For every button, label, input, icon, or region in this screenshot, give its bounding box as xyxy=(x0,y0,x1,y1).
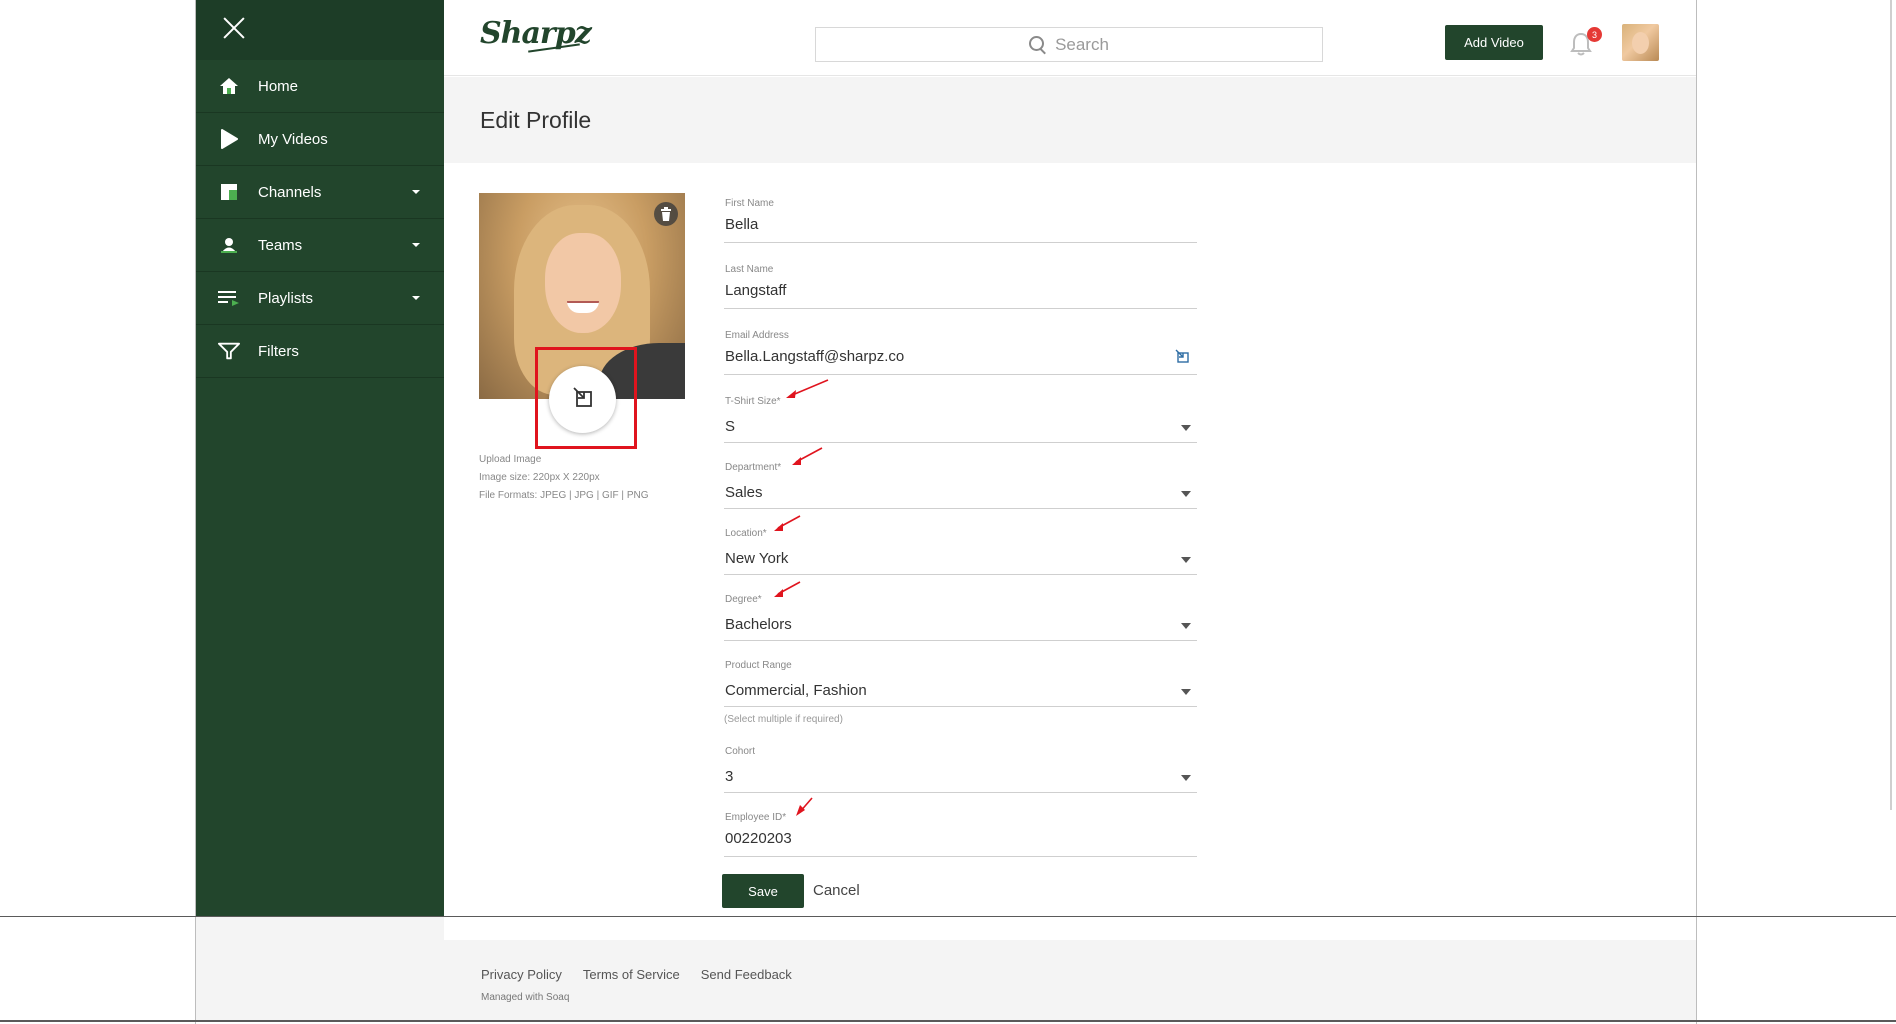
dropdown-arrow-icon xyxy=(1181,689,1191,695)
playlist-icon xyxy=(218,287,240,309)
field-label: Last Name xyxy=(725,264,774,275)
dropdown-arrow-icon xyxy=(1181,491,1191,497)
sidebar-item-label: Teams xyxy=(258,236,303,254)
dropdown-arrow-icon xyxy=(1181,775,1191,781)
annotation-arrow xyxy=(786,379,829,398)
footer-links: Privacy Policy Terms of Service Send Fee… xyxy=(481,967,792,982)
sidebar: Home My Videos Channels Teams Playlists … xyxy=(196,0,444,916)
field-value[interactable]: Langstaff xyxy=(725,282,786,299)
upload-image-button[interactable] xyxy=(549,366,616,433)
field-value: Commercial, Fashion xyxy=(725,682,867,699)
frame-border-bottom xyxy=(0,916,1896,917)
dropdown-arrow-icon xyxy=(1181,425,1191,431)
sidebar-item-label: Home xyxy=(258,77,299,95)
dropdown-arrow-icon xyxy=(1181,557,1191,563)
field-value: 3 xyxy=(725,768,734,785)
frame-border-bottom-2 xyxy=(0,1020,1896,1022)
sidebar-item-label: Playlists xyxy=(258,289,314,307)
add-video-button[interactable]: Add Video xyxy=(1445,25,1543,60)
sidebar-item-filters[interactable]: Filters xyxy=(196,325,444,378)
cancel-button[interactable]: Cancel xyxy=(813,882,860,899)
field-label: Email Address xyxy=(725,330,789,341)
field-label: Cohort xyxy=(725,746,756,757)
sidebar-item-channels[interactable]: Channels xyxy=(196,166,444,219)
sidebar-item-teams[interactable]: Teams xyxy=(196,219,444,272)
upload-label: Upload Image xyxy=(479,454,542,465)
edit-email-icon[interactable] xyxy=(1175,349,1189,363)
channels-icon xyxy=(218,181,240,203)
page-title-band: Edit Profile xyxy=(444,77,1696,163)
page-title: Edit Profile xyxy=(480,107,592,133)
annotation-arrow xyxy=(792,447,823,465)
field-value[interactable]: 00220203 xyxy=(725,830,792,847)
field-label: Degree* xyxy=(725,594,762,605)
screen: Home My Videos Channels Teams Playlists … xyxy=(0,0,1896,1024)
footer: Privacy Policy Terms of Service Send Fee… xyxy=(444,940,1696,1020)
chevron-down-icon xyxy=(412,190,420,194)
sidebar-item-playlists[interactable]: Playlists xyxy=(196,272,444,325)
field-label: Department* xyxy=(725,462,782,473)
field-value[interactable]: Bella.Langstaff@sharpz.co xyxy=(725,348,904,365)
save-button[interactable]: Save xyxy=(722,874,804,908)
upload-size: Image size: 220px X 220px xyxy=(479,472,600,483)
field-value: New York xyxy=(725,550,789,567)
field-label: T-Shirt Size* xyxy=(725,396,781,407)
field-value: Bachelors xyxy=(725,616,792,633)
avatar[interactable] xyxy=(1622,24,1659,61)
team-icon xyxy=(218,234,240,256)
upload-icon xyxy=(572,386,594,413)
annotation-arrow xyxy=(796,797,813,816)
upload-formats: File Formats: JPEG | JPG | GIF | PNG xyxy=(479,490,649,501)
home-icon xyxy=(218,75,240,97)
sidebar-item-label: Channels xyxy=(258,183,322,201)
filter-icon xyxy=(218,340,240,362)
search-placeholder: Search xyxy=(1055,34,1109,54)
play-icon xyxy=(218,128,240,150)
chevron-down-icon xyxy=(412,296,420,300)
dropdown-arrow-icon xyxy=(1181,623,1191,629)
frame-border-right xyxy=(1696,0,1697,1024)
managed-with-text: Managed with Soaq xyxy=(481,992,570,1003)
send-feedback-link[interactable]: Send Feedback xyxy=(701,967,792,982)
sidebar-item-home[interactable]: Home xyxy=(196,60,444,113)
sidebar-header xyxy=(196,0,444,60)
field-label: Location* xyxy=(725,528,767,539)
chevron-down-icon xyxy=(412,243,420,247)
field-value: S xyxy=(725,418,736,435)
sidebar-item-my-videos[interactable]: My Videos xyxy=(196,113,444,166)
field-label: Employee ID* xyxy=(725,812,787,823)
field-value[interactable]: Bella xyxy=(725,216,758,233)
notification-badge: 3 xyxy=(1587,27,1602,42)
footer-left-area xyxy=(196,917,444,1020)
terms-of-service-link[interactable]: Terms of Service xyxy=(583,967,680,982)
field-hint: (Select multiple if required) xyxy=(724,714,843,725)
top-header: Sharpz Search Add Video 3 xyxy=(444,0,1696,76)
page-scrollbar[interactable] xyxy=(1890,0,1892,810)
privacy-policy-link[interactable]: Privacy Policy xyxy=(481,967,562,982)
upload-image-info: Upload Image Image size: 220px X 220px F… xyxy=(479,451,648,505)
annotation-arrow xyxy=(774,515,801,531)
close-menu-icon[interactable] xyxy=(220,14,248,42)
field-label: Product Range xyxy=(725,660,792,671)
sidebar-item-label: My Videos xyxy=(258,130,328,148)
field-label: First Name xyxy=(725,198,774,209)
delete-photo-icon[interactable] xyxy=(654,202,678,226)
search-icon xyxy=(1029,35,1047,54)
sidebar-item-label: Filters xyxy=(258,342,299,360)
annotation-arrow xyxy=(774,581,801,597)
search-input[interactable]: Search xyxy=(815,27,1323,62)
field-value: Sales xyxy=(725,484,763,501)
